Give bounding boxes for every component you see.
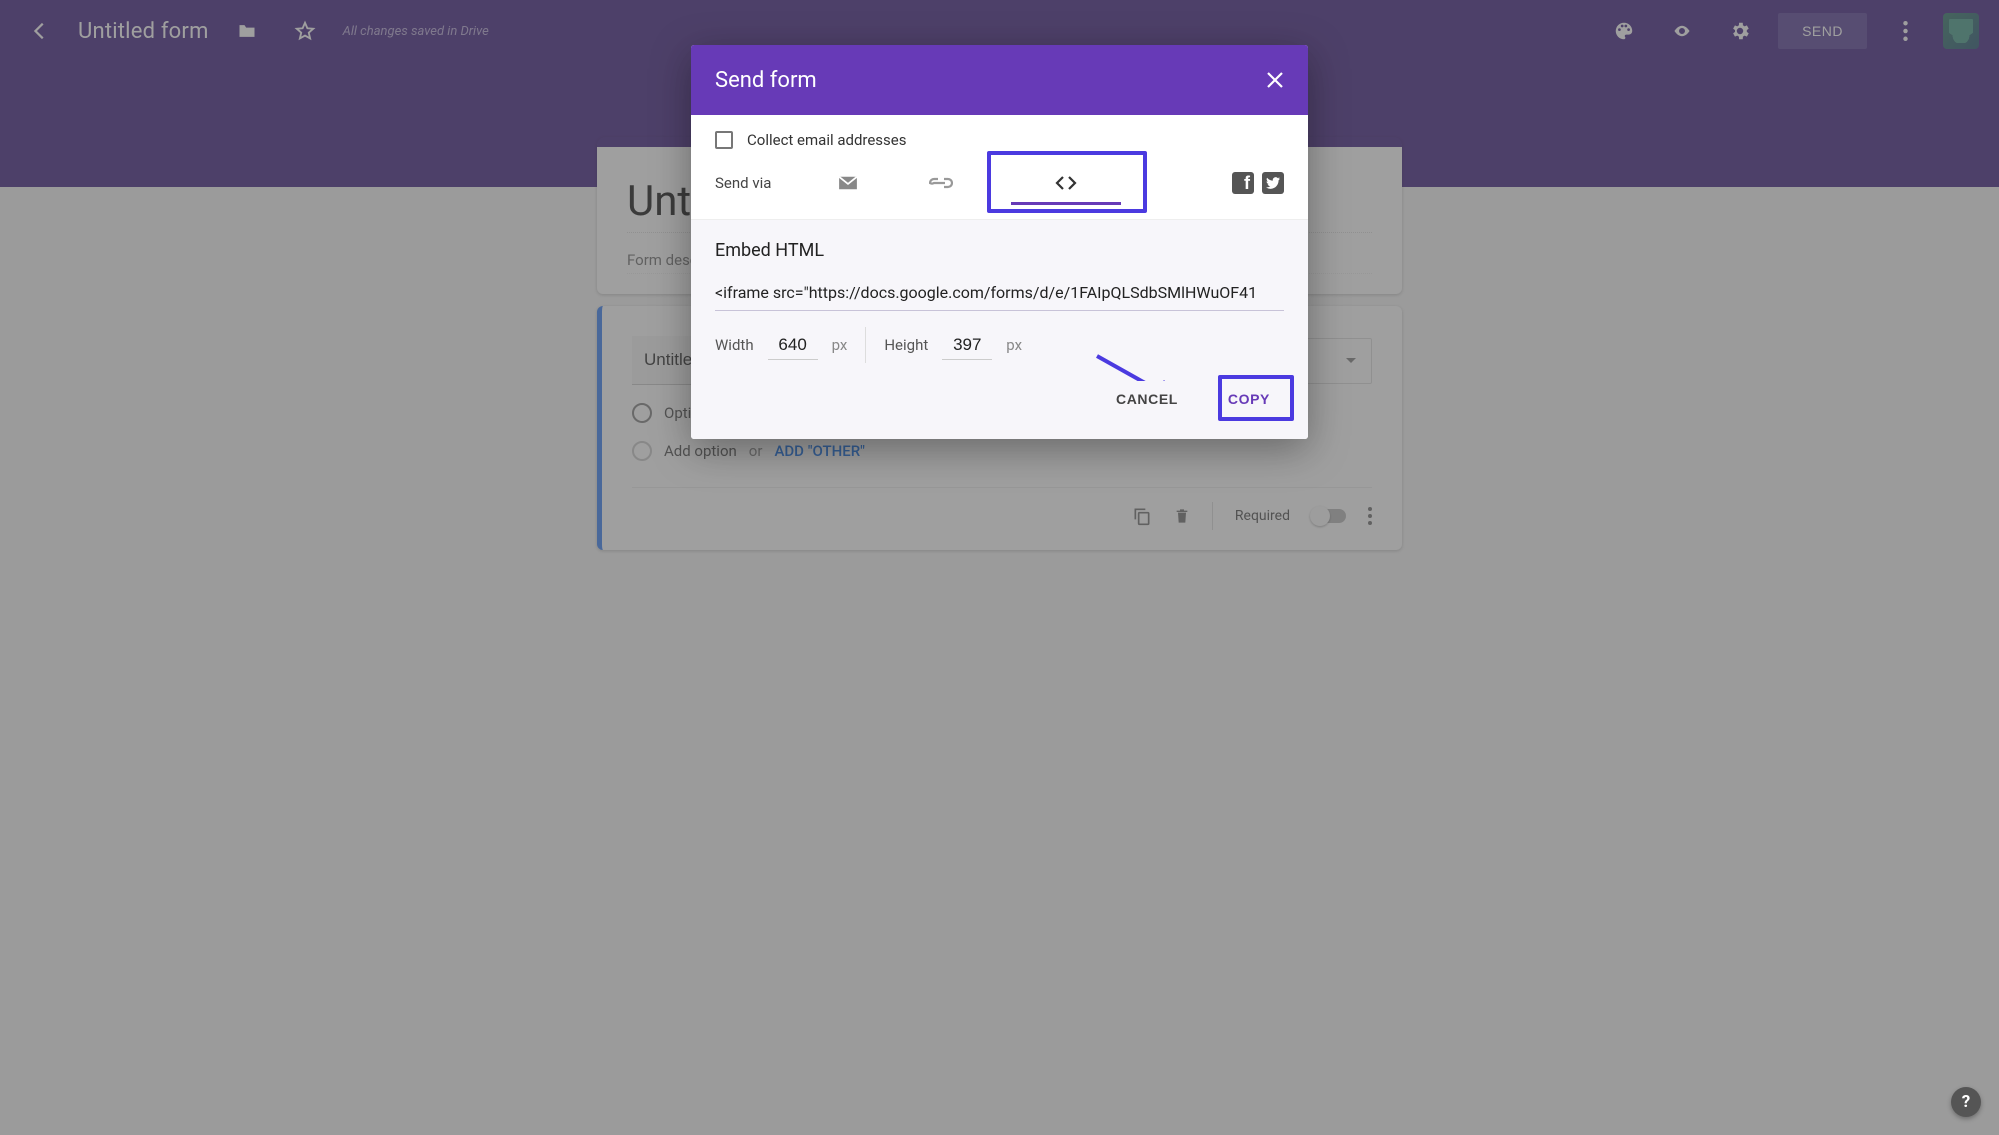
px-label: px: [832, 336, 848, 354]
height-label: Height: [884, 336, 928, 354]
collect-emails-label: Collect email addresses: [747, 131, 907, 149]
send-via-label: Send via: [715, 174, 815, 192]
width-input[interactable]: [768, 331, 818, 360]
embed-code-field[interactable]: <iframe src="https://docs.google.com/for…: [715, 277, 1284, 311]
modal-scrim: Send form Collect email addresses Send v…: [0, 0, 1999, 1135]
height-input[interactable]: [942, 331, 992, 360]
send-via-row: Send via: [715, 163, 1284, 203]
send-via-email-tab[interactable]: [815, 163, 881, 203]
send-via-embed-tab[interactable]: [1001, 163, 1131, 203]
width-label: Width: [715, 336, 754, 354]
twitter-icon[interactable]: [1262, 172, 1284, 194]
embed-html-label: Embed HTML: [715, 240, 1284, 261]
close-icon[interactable]: [1266, 71, 1284, 89]
px-label: px: [1006, 336, 1022, 354]
collect-emails-row[interactable]: Collect email addresses: [715, 131, 1284, 149]
copy-button[interactable]: COPY: [1214, 381, 1284, 417]
cancel-button[interactable]: CANCEL: [1102, 381, 1192, 417]
divider: [865, 327, 866, 363]
dialog-header: Send form: [691, 45, 1308, 115]
send-via-link-tab[interactable]: [881, 163, 1001, 203]
facebook-icon[interactable]: [1232, 172, 1254, 194]
send-form-dialog: Send form Collect email addresses Send v…: [691, 45, 1308, 439]
checkbox-icon[interactable]: [715, 131, 733, 149]
help-icon[interactable]: ?: [1951, 1087, 1981, 1117]
dialog-title: Send form: [715, 68, 817, 93]
